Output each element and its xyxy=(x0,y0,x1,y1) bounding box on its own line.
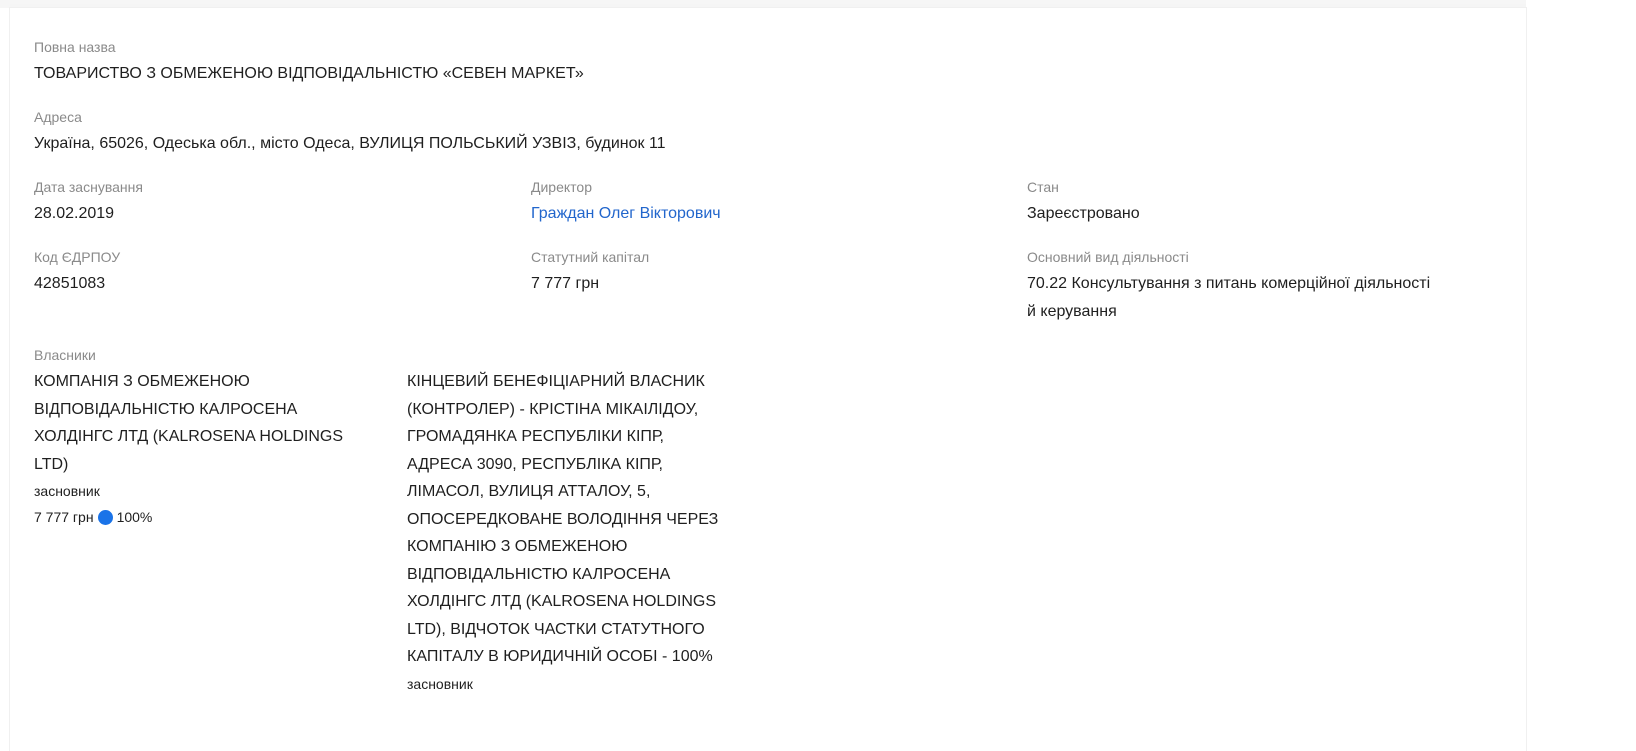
owner-share-percent: 100% xyxy=(116,509,153,525)
edrpou-label: Код ЄДРПОУ xyxy=(34,249,121,265)
activity-field: Основний вид діяльності 70.22 Консультув… xyxy=(1027,248,1507,326)
address-value: Україна, 65026, Одеська обл., місто Одес… xyxy=(34,135,666,152)
director-link[interactable]: Граждан Олег Вікторович xyxy=(531,205,721,222)
status-label: Стан xyxy=(1027,179,1059,195)
owner-name-line: ХОЛДІНГС ЛТД (KALROSENA HOLDINGS xyxy=(407,593,716,610)
owner-item: КОМПАНІЯ З ОБМЕЖЕНОЮ ВІДПОВІДАЛЬНІСТЮ КА… xyxy=(34,368,394,530)
owner-name-line: АДРЕСА 3090, РЕСПУБЛІКА КІПР, xyxy=(407,455,663,473)
edrpou-value: 42851083 xyxy=(34,275,106,292)
founded-value: 28.02.2019 xyxy=(34,205,115,222)
status-field: Стан Зареєстровано xyxy=(1027,178,1140,228)
owner-name-line: КІНЦЕВИЙ БЕНЕФІЦІАРНИЙ ВЛАСНИК xyxy=(407,373,705,390)
owner-amount: 7 777 грн xyxy=(34,509,94,525)
owner-name-line: ВІДПОВІДАЛЬНІСТЮ КАЛРОСЕНА xyxy=(407,565,671,583)
founded-field: Дата заснування 28.02.2019 xyxy=(34,178,143,228)
page: Повна назва ТОВАРИСТВО З ОБМЕЖЕНОЮ ВІДПО… xyxy=(0,0,1636,751)
capital-value: 7 777 грн xyxy=(531,275,600,292)
share-dot-icon xyxy=(97,509,113,525)
full-name-value: ТОВАРИСТВО З ОБМЕЖЕНОЮ ВІДПОВІДАЛЬНІСТЮ … xyxy=(34,65,584,82)
owner-name-line: LTD), ВІДЧОТОК ЧАСТКИ СТАТУТНОГО xyxy=(407,620,705,638)
address-label: Адреса xyxy=(34,109,82,125)
full-name-label: Повна назва xyxy=(34,39,116,55)
owner-name-line: ВІДПОВІДАЛЬНІСТЮ КАЛРОСЕНА xyxy=(34,400,298,418)
owner-share: 7 777 грн 100% xyxy=(34,504,394,530)
status-value: Зареєстровано xyxy=(1027,205,1140,222)
activity-value-line-2: й керування xyxy=(1027,303,1117,320)
full-name-field: Повна назва ТОВАРИСТВО З ОБМЕЖЕНОЮ ВІДПО… xyxy=(34,38,584,88)
capital-label: Статутний капітал xyxy=(531,249,650,265)
director-label: Директор xyxy=(531,179,592,195)
owner-name-line: ГРОМАДЯНКА РЕСПУБЛІКИ КІПР, xyxy=(407,428,664,445)
owner-name-line: КАПІТАЛУ В ЮРИДИЧНІЙ ОСОБІ - 100% xyxy=(407,648,713,665)
owner-name-line: КОМПАНІЮ З ОБМЕЖЕНОЮ xyxy=(407,538,628,555)
capital-field: Статутний капітал 7 777 грн xyxy=(531,248,649,298)
activity-label: Основний вид діяльності xyxy=(1027,249,1189,265)
edrpou-field: Код ЄДРПОУ 42851083 xyxy=(34,248,120,298)
director-field: Директор Граждан Олег Вікторович xyxy=(531,178,721,228)
owners-label: Власники xyxy=(34,347,96,363)
owner-name-line: ОПОСЕРЕДКОВАНЕ ВОЛОДІННЯ ЧЕРЕЗ xyxy=(407,510,719,528)
owner-item: КІНЦЕВИЙ БЕНЕФІЦІАРНИЙ ВЛАСНИК (КОНТРОЛЕ… xyxy=(407,368,787,697)
owner-role: засновник xyxy=(34,483,100,499)
activity-value-line-1: 70.22 Консультування з питань комерційно… xyxy=(1027,275,1431,292)
top-bar xyxy=(0,0,1526,8)
owner-name-line: ЛІМАСОЛ, ВУЛИЦЯ АТТАЛОУ, 5, xyxy=(407,483,651,500)
owner-name-line: (КОНТРОЛЕР) - КРІСТІНА МІКАІЛІДОУ, xyxy=(407,400,699,418)
owner-name-line: КОМПАНІЯ З ОБМЕЖЕНОЮ xyxy=(34,373,250,390)
address-field: Адреса Україна, 65026, Одеська обл., міс… xyxy=(34,108,666,158)
founded-label: Дата заснування xyxy=(34,179,143,195)
owner-name-line: ХОЛДІНГС ЛТД (KALROSENA HOLDINGS xyxy=(34,428,343,445)
owner-role: засновник xyxy=(407,675,473,692)
owners-field: Власники xyxy=(34,346,96,364)
owner-name-line: LTD) xyxy=(34,455,69,473)
